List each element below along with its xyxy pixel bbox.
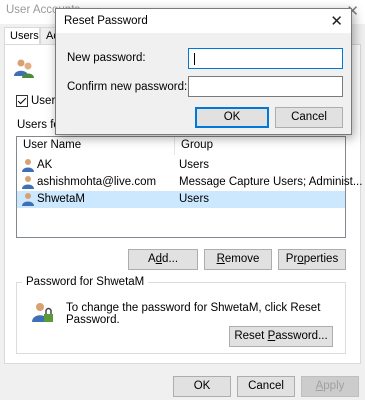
user-name: AK [37, 159, 53, 171]
text-caret [194, 53, 195, 65]
dialog-cancel-button[interactable]: Cancel [275, 107, 343, 128]
group-cell: Users [179, 159, 210, 171]
user-cell: AK [21, 158, 52, 172]
reset-password-button[interactable]: Reset Password... [229, 326, 333, 347]
user-cell: ashishmohta@live.com [21, 175, 156, 189]
group-cell: Users [179, 193, 210, 205]
user-name: ashishmohta@live.com [37, 176, 157, 188]
password-group-legend: Password for ShwetaM [22, 276, 149, 288]
ok-button[interactable]: OK [173, 376, 231, 397]
users-icon [14, 59, 34, 78]
add-button[interactable]: Add... [128, 249, 198, 270]
user-icon [22, 176, 34, 189]
checkmark-icon [17, 95, 27, 105]
list-row[interactable]: AK Users [17, 157, 345, 174]
remove-button[interactable]: Remove [204, 249, 272, 270]
list-header: User Name Group [17, 137, 345, 155]
close-icon[interactable]: ✕ [330, 12, 343, 30]
users-must-enter-checkbox[interactable] [16, 95, 28, 107]
confirm-password-field[interactable] [188, 76, 343, 97]
column-header-user-name[interactable]: User Name [17, 137, 175, 155]
dialog-titlebar[interactable]: Reset Password ✕ [56, 9, 351, 33]
apply-button[interactable]: Apply [301, 376, 359, 397]
confirm-password-label: Confirm new password: [67, 81, 188, 93]
password-user-icon [32, 303, 53, 322]
cancel-button[interactable]: Cancel [237, 376, 295, 397]
user-icon [22, 159, 34, 172]
group-cell: Message Capture Users; Administ... [179, 176, 363, 188]
reset-password-dialog: Reset Password ✕ New password: Confirm n… [55, 8, 352, 135]
new-password-label: New password: [67, 52, 146, 64]
dialog-title: Reset Password [64, 15, 148, 27]
user-name: ShwetaM [37, 193, 85, 205]
column-header-group[interactable]: Group [175, 137, 345, 155]
user-cell: ShwetaM [21, 192, 85, 206]
properties-button[interactable]: Properties [278, 249, 346, 270]
users-list[interactable]: User Name Group AK Users ashishmohta@liv… [16, 136, 362, 238]
list-row[interactable]: ashishmohta@live.com Message Capture Use… [17, 174, 362, 191]
user-icon [22, 193, 34, 206]
new-password-field[interactable] [188, 48, 343, 69]
dialog-ok-button[interactable]: OK [195, 107, 269, 128]
list-row[interactable]: ShwetaM Users [17, 191, 345, 208]
password-info-text: To change the password for ShwetaM, clic… [66, 302, 321, 326]
